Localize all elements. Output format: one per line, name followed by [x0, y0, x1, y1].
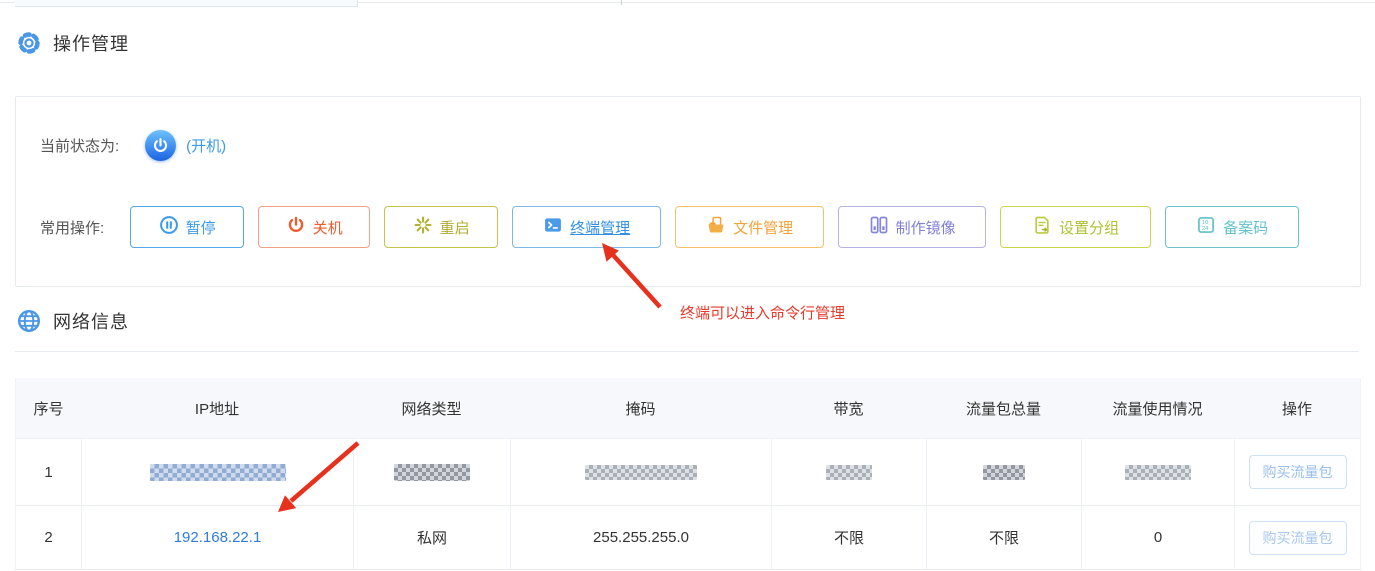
- table-row-2: 2 192.168.22.1 私网 255.255.255.0 不限 不限 0 …: [16, 505, 1360, 569]
- gear-icon: [15, 29, 43, 57]
- file-manage-button[interactable]: 文件管理: [675, 206, 824, 248]
- buy-traffic-button[interactable]: 购买流量包: [1249, 455, 1347, 489]
- table-row-1: 1 购买流量包: [16, 438, 1360, 505]
- row2-traffic-used: 0: [1081, 506, 1234, 569]
- pause-button[interactable]: 暂停: [130, 206, 244, 248]
- row1-index: 1: [16, 439, 81, 505]
- network-table: 序号 IP地址 网络类型 掩码 带宽 流量包总量 流量使用情况 操作 1 购买流…: [15, 378, 1361, 570]
- row2-network-type: 私网: [353, 506, 510, 569]
- operations-section-title: 操作管理: [53, 30, 129, 56]
- row2-mask: 255.255.255.0: [510, 506, 771, 569]
- row1-mask-redacted: [585, 465, 697, 480]
- set-group-button[interactable]: 设置分组: [1000, 206, 1151, 248]
- col-ip: IP地址: [81, 378, 353, 438]
- current-status-label: 当前状态为:: [40, 135, 119, 156]
- make-image-button[interactable]: 制作镜像: [838, 206, 986, 248]
- col-traffic-total: 流量包总量: [926, 378, 1081, 438]
- top-cropped-tick: [621, 0, 622, 5]
- terminal-manage-button[interactable]: 终端管理: [512, 206, 661, 248]
- set-group-icon: [1032, 215, 1052, 239]
- file-manager-icon: [706, 215, 726, 239]
- pause-icon: [159, 215, 179, 239]
- network-section-header: 网络信息: [15, 307, 129, 335]
- row1-traffic-used-redacted: [1125, 465, 1191, 480]
- globe-icon: [15, 307, 43, 335]
- operations-section-header: 操作管理: [15, 29, 129, 57]
- filing-code-icon: 10 24: [1196, 215, 1216, 239]
- restart-icon: [413, 215, 433, 239]
- operations-panel: [15, 96, 1361, 287]
- col-index: 序号: [16, 378, 81, 438]
- row1-ip-redacted: [150, 464, 286, 481]
- status-value: (开机): [186, 135, 226, 156]
- row2-ip-link[interactable]: 192.168.22.1: [174, 529, 262, 546]
- common-actions-label: 常用操作:: [40, 217, 104, 238]
- svg-text:24: 24: [1202, 226, 1209, 232]
- shutdown-icon: [286, 215, 306, 239]
- row2-index: 2: [16, 506, 81, 569]
- power-on-icon: [145, 130, 176, 161]
- annotation-text: 终端可以进入命令行管理: [680, 302, 845, 323]
- col-network-type: 网络类型: [353, 378, 510, 438]
- filing-code-button[interactable]: 10 24 备案码: [1165, 206, 1299, 248]
- top-cropped-element: [15, 0, 358, 7]
- table-header-row: 序号 IP地址 网络类型 掩码 带宽 流量包总量 流量使用情况 操作: [16, 378, 1360, 438]
- current-status-row: 当前状态为: (开机): [40, 130, 226, 161]
- col-traffic-used: 流量使用情况: [1081, 378, 1234, 438]
- row2-bandwidth: 不限: [771, 506, 926, 569]
- row1-traffic-total-redacted: [983, 465, 1025, 480]
- row1-network-type-redacted: [394, 464, 470, 481]
- make-image-icon: [869, 215, 889, 239]
- terminal-icon: [543, 215, 563, 239]
- row1-bandwidth-redacted: [826, 465, 872, 480]
- section-divider: [15, 351, 1359, 352]
- col-action: 操作: [1234, 378, 1360, 438]
- restart-button[interactable]: 重启: [384, 206, 498, 248]
- common-actions-row: 常用操作: 暂停 关机 重启: [40, 206, 1299, 248]
- shutdown-button[interactable]: 关机: [258, 206, 370, 248]
- col-bandwidth: 带宽: [771, 378, 926, 438]
- row2-traffic-total: 不限: [926, 506, 1081, 569]
- buy-traffic-button[interactable]: 购买流量包: [1249, 521, 1347, 555]
- col-mask: 掩码: [510, 378, 771, 438]
- network-section-title: 网络信息: [53, 308, 129, 334]
